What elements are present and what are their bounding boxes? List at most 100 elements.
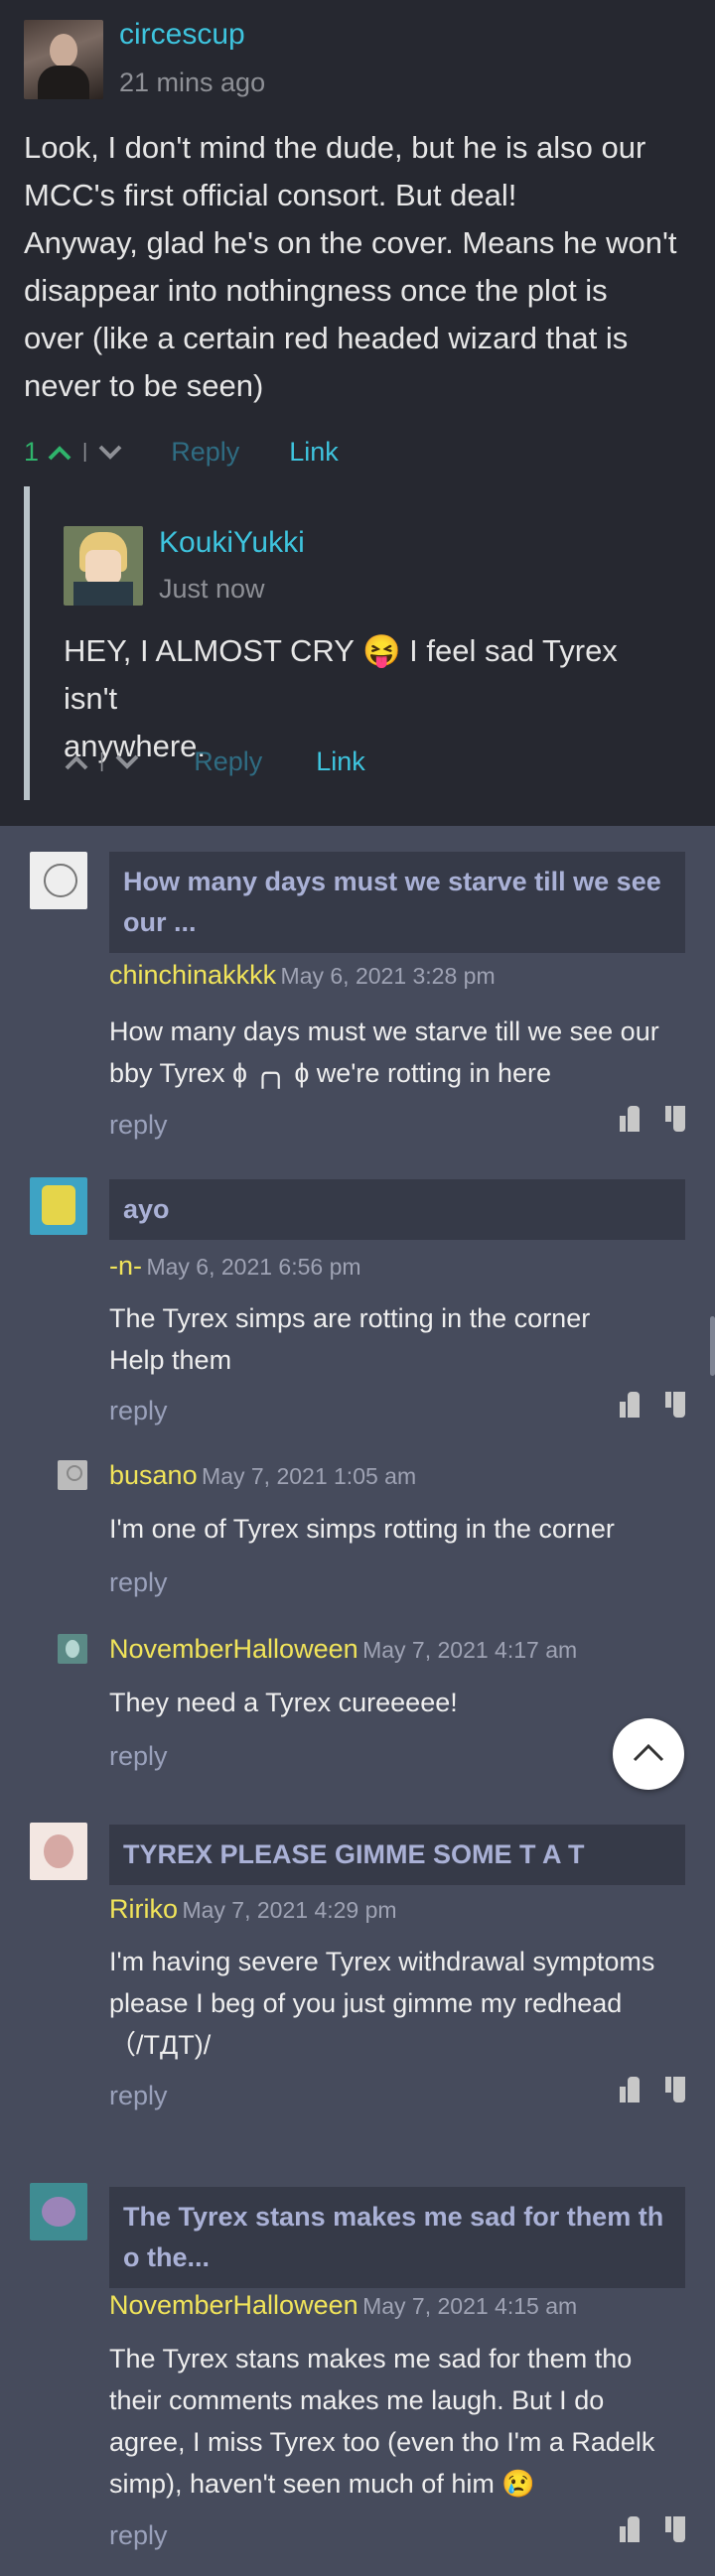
title-line: ayo xyxy=(123,1194,170,1224)
body-line: bby Tyrex ɸ ╭╮ ɸ we're rotting in here xyxy=(109,1058,552,1088)
chevron-up-icon xyxy=(633,1743,664,1762)
dislike-icon[interactable] xyxy=(665,1106,685,1132)
avatar[interactable] xyxy=(58,1634,87,1664)
title-line: TYREX PLEASE GIMME SOME T A T xyxy=(123,1839,585,1869)
comment-meta: NovemberHalloween May 7, 2021 4:17 am xyxy=(109,1634,577,1665)
like-icon[interactable] xyxy=(620,2077,640,2102)
comment-author[interactable]: NovemberHalloween xyxy=(109,1634,358,1664)
vote-buttons xyxy=(620,1106,685,1132)
downvote-icon[interactable] xyxy=(114,753,140,771)
vote-separator: | xyxy=(99,750,105,772)
comment-body: How many days must we starve till we see… xyxy=(109,1011,695,1094)
avatar[interactable] xyxy=(30,1823,87,1880)
comment-meta: busano May 7, 2021 1:05 am xyxy=(109,1460,416,1491)
comment-line: MCC's first official consort. But deal! xyxy=(24,178,517,212)
username[interactable]: circescup xyxy=(119,18,245,52)
downvote-icon[interactable] xyxy=(97,444,123,462)
dislike-icon[interactable] xyxy=(665,2516,685,2542)
body-line: agree, I miss Tyrex too (even tho I'm a … xyxy=(109,2427,655,2457)
body-line: I'm one of Tyrex simps rotting in the co… xyxy=(109,1514,615,1544)
comment-item: The Tyrex stans makes me sad for them th… xyxy=(0,2179,715,2576)
comment-date: May 7, 2021 1:05 am xyxy=(202,1463,417,1489)
comment-item: NovemberHalloween May 7, 2021 4:17 am Th… xyxy=(0,1628,715,1787)
comment-line: Look, I don't mind the dude, but he is a… xyxy=(24,130,646,165)
link-button[interactable]: Link xyxy=(289,437,339,468)
dislike-icon[interactable] xyxy=(665,2077,685,2102)
comment-line: Anyway, glad he's on the cover. Means he… xyxy=(24,225,677,260)
reply-button[interactable]: reply xyxy=(109,2520,168,2551)
comment-body: They need a Tyrex cureeeee! xyxy=(109,1682,695,1723)
body-line: The Tyrex stans makes me sad for them th… xyxy=(109,2344,633,2373)
vote-buttons xyxy=(620,2516,685,2542)
comment-body: The Tyrex stans makes me sad for them th… xyxy=(109,2338,695,2505)
reply-button[interactable]: Reply xyxy=(194,746,262,777)
vote-buttons xyxy=(620,2077,685,2102)
comment-body: I'm one of Tyrex simps rotting in the co… xyxy=(109,1508,695,1550)
reply-button[interactable]: reply xyxy=(109,1396,168,1426)
body-line: （/TДT)/ xyxy=(109,2030,212,2060)
like-icon[interactable] xyxy=(620,2516,640,2542)
comment-text: Look, I don't mind the dude, but he is a… xyxy=(24,124,699,410)
body-line: The Tyrex simps are rotting in the corne… xyxy=(109,1303,591,1333)
scroll-to-top-button[interactable] xyxy=(613,1718,684,1790)
like-icon[interactable] xyxy=(620,1106,640,1132)
username[interactable]: KoukiYukki xyxy=(159,526,305,560)
avatar-koukiyukki[interactable] xyxy=(64,526,143,606)
comment-meta: NovemberHalloween May 7, 2021 4:15 am xyxy=(109,2290,577,2321)
body-line: They need a Tyrex cureeeee! xyxy=(109,1688,458,1717)
reply-button[interactable]: reply xyxy=(109,1110,168,1141)
comment-item: busano May 7, 2021 1:05 am I'm one of Ty… xyxy=(0,1454,715,1613)
link-button[interactable]: Link xyxy=(316,746,365,777)
body-line: simp), haven't seen much of him 😢 xyxy=(109,2469,535,2499)
title-line: How many days must we starve till we see xyxy=(123,867,661,896)
nested-reply: KoukiYukki Just now HEY, I ALMOST CRY 😝 … xyxy=(24,486,685,800)
comment-author[interactable]: Ririko xyxy=(109,1894,178,1924)
avatar[interactable] xyxy=(30,852,87,909)
avatar-circescup[interactable] xyxy=(24,20,103,99)
vote-buttons xyxy=(620,1392,685,1418)
comment-meta: chinchinakkkk May 6, 2021 3:28 pm xyxy=(109,960,496,991)
timestamp: 21 mins ago xyxy=(119,68,266,97)
upvote-icon[interactable] xyxy=(64,753,89,771)
reply-button[interactable]: Reply xyxy=(171,437,239,468)
comment-date: May 7, 2021 4:15 am xyxy=(362,2293,578,2319)
reply-button[interactable]: reply xyxy=(109,1741,168,1772)
reply-button[interactable]: reply xyxy=(109,2081,168,2111)
body-line: please I beg of you just gimme my redhea… xyxy=(109,1988,623,2018)
comment-line: disappear into nothingness once the plot… xyxy=(24,273,608,308)
upvote-icon[interactable] xyxy=(47,444,72,462)
like-icon[interactable] xyxy=(620,1392,640,1418)
scrollbar[interactable] xyxy=(710,1316,715,1376)
comment-date: May 7, 2021 4:17 am xyxy=(362,1637,578,1663)
comment-date: May 6, 2021 6:56 pm xyxy=(146,1254,361,1280)
body-line: I'm having severe Tyrex withdrawal sympt… xyxy=(109,1947,655,1976)
comment-author[interactable]: busano xyxy=(109,1460,198,1490)
comment-date: May 6, 2021 3:28 pm xyxy=(280,963,496,989)
comment-date: May 7, 2021 4:29 pm xyxy=(182,1897,397,1923)
comment-line: HEY, I ALMOST CRY 😝 I feel sad Tyrex isn… xyxy=(64,633,618,716)
body-line: Help them xyxy=(109,1345,232,1375)
title-line: o the... xyxy=(123,2242,210,2272)
comment-line: never to be seen) xyxy=(24,368,264,403)
comment-author[interactable]: chinchinakkkk xyxy=(109,960,276,990)
comment-body: The Tyrex simps are rotting in the corne… xyxy=(109,1297,695,1381)
body-line: How many days must we starve till we see… xyxy=(109,1017,659,1046)
comment-title[interactable]: How many days must we starve till we see… xyxy=(109,852,685,953)
comment-item: TYREX PLEASE GIMME SOME T A T Ririko May… xyxy=(0,1817,715,2114)
comment-title[interactable]: The Tyrex stans makes me sad for them th… xyxy=(109,2187,685,2288)
comment-title[interactable]: ayo xyxy=(109,1179,685,1240)
title-line: our ... xyxy=(123,907,197,937)
comment-title[interactable]: TYREX PLEASE GIMME SOME T A T xyxy=(109,1825,685,1885)
dislike-icon[interactable] xyxy=(665,1392,685,1418)
comment-meta: Ririko May 7, 2021 4:29 pm xyxy=(109,1894,397,1925)
avatar[interactable] xyxy=(58,1460,87,1490)
reply-button[interactable]: reply xyxy=(109,1567,168,1598)
avatar[interactable] xyxy=(30,2183,87,2240)
comment-actions: 1 | Reply Link xyxy=(24,437,339,468)
comment-author[interactable]: -n- xyxy=(109,1251,142,1281)
avatar[interactable] xyxy=(30,1177,87,1235)
comment-line: over (like a certain red headed wizard t… xyxy=(24,321,629,355)
vote-separator: | xyxy=(82,441,88,463)
comment-author[interactable]: NovemberHalloween xyxy=(109,2290,358,2320)
comment-meta: -n- May 6, 2021 6:56 pm xyxy=(109,1251,361,1282)
